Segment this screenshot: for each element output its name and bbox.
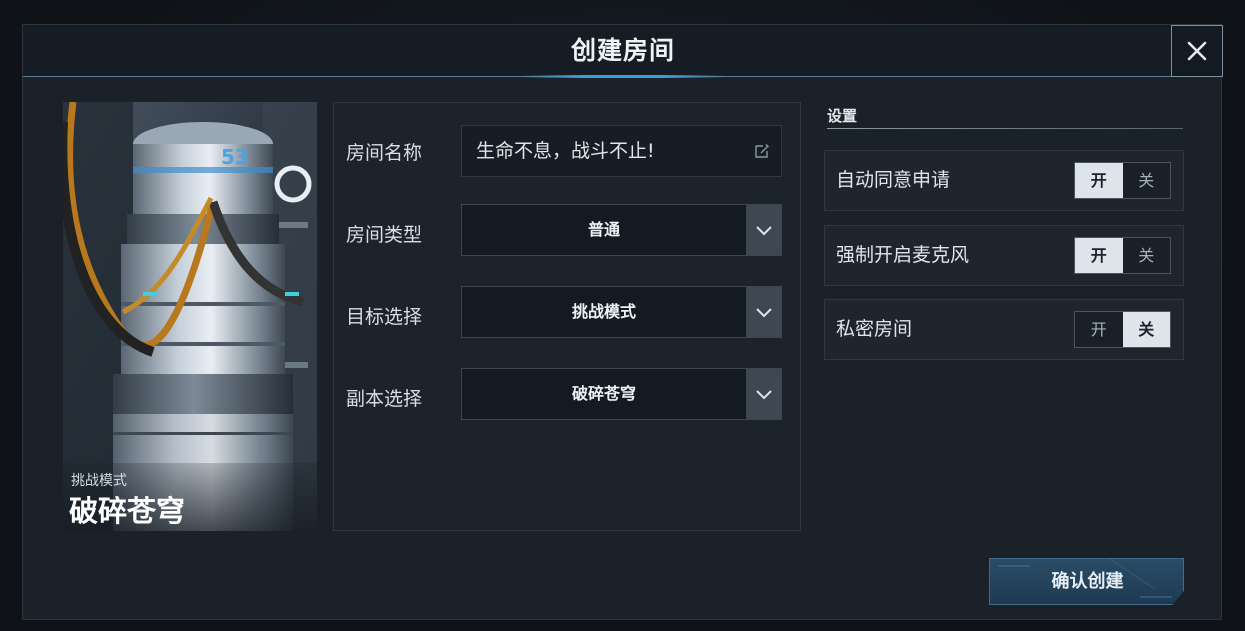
target-label: 目标选择: [346, 306, 423, 328]
settings-title: 设置: [827, 107, 858, 125]
stage-preview-card: 53 挑战模式 破碎苍穹: [63, 102, 317, 531]
edit-icon[interactable]: [754, 143, 770, 159]
instance-label: 副本选择: [346, 388, 423, 410]
target-dropdown-button[interactable]: [746, 287, 781, 337]
close-button[interactable]: [1171, 25, 1223, 77]
dialog-header: 创建房间: [23, 25, 1223, 78]
svg-text:53: 53: [221, 145, 249, 169]
setting-force-mic: 强制开启麦克风 开 关: [824, 225, 1184, 286]
instance-select[interactable]: 破碎苍穹: [461, 368, 782, 420]
room-type-value: 普通: [587, 220, 620, 239]
room-type-dropdown-button[interactable]: [746, 205, 781, 255]
confirm-create-button[interactable]: 确认创建: [989, 558, 1184, 605]
instance-dropdown-button[interactable]: [746, 369, 781, 419]
create-room-dialog: 创建房间 53 挑战模式 破碎苍穹 房间名称 生命不息，战斗不止! 房间类型 普…: [22, 24, 1223, 620]
toggle-on-option[interactable]: 开: [1075, 238, 1123, 273]
confirm-create-label: 确认创建: [1051, 571, 1124, 592]
close-icon: [1187, 41, 1207, 61]
room-name-label: 房间名称: [346, 142, 423, 164]
private-room-toggle[interactable]: 开 关: [1074, 311, 1171, 348]
toggle-on-option[interactable]: 开: [1075, 312, 1123, 347]
auto-accept-toggle[interactable]: 开 关: [1074, 162, 1171, 199]
stage-mode-label: 挑战模式: [71, 473, 127, 489]
target-value: 挑战模式: [571, 302, 636, 321]
toggle-off-option[interactable]: 关: [1123, 163, 1171, 198]
room-form-panel: 房间名称 生命不息，战斗不止! 房间类型 普通 目标选择 挑战模式 副本选择 破…: [333, 102, 801, 531]
force-mic-toggle[interactable]: 开 关: [1074, 237, 1171, 274]
target-select[interactable]: 挑战模式: [461, 286, 782, 338]
stage-name-label: 破碎苍穹: [69, 494, 186, 528]
chevron-down-icon: [755, 308, 772, 318]
setting-auto-accept: 自动同意申请 开 关: [824, 150, 1184, 211]
instance-value: 破碎苍穹: [571, 384, 636, 403]
settings-divider: [827, 128, 1183, 129]
room-name-input[interactable]: 生命不息，战斗不止!: [461, 125, 782, 177]
room-name-value: 生命不息，战斗不止!: [476, 140, 655, 162]
setting-private-room: 私密房间 开 关: [824, 299, 1184, 360]
toggle-off-option[interactable]: 关: [1122, 312, 1170, 347]
room-type-label: 房间类型: [346, 224, 423, 246]
room-type-select[interactable]: 普通: [461, 204, 782, 256]
dialog-title: 创建房间: [570, 36, 675, 65]
setting-label: 私密房间: [836, 318, 913, 340]
title-accent-line: [521, 75, 725, 78]
setting-label: 强制开启麦克风: [836, 244, 970, 266]
toggle-on-option[interactable]: 开: [1075, 163, 1123, 198]
chevron-down-icon: [755, 226, 772, 236]
chevron-down-icon: [755, 390, 772, 400]
toggle-off-option[interactable]: 关: [1123, 238, 1171, 273]
setting-label: 自动同意申请: [836, 169, 951, 191]
